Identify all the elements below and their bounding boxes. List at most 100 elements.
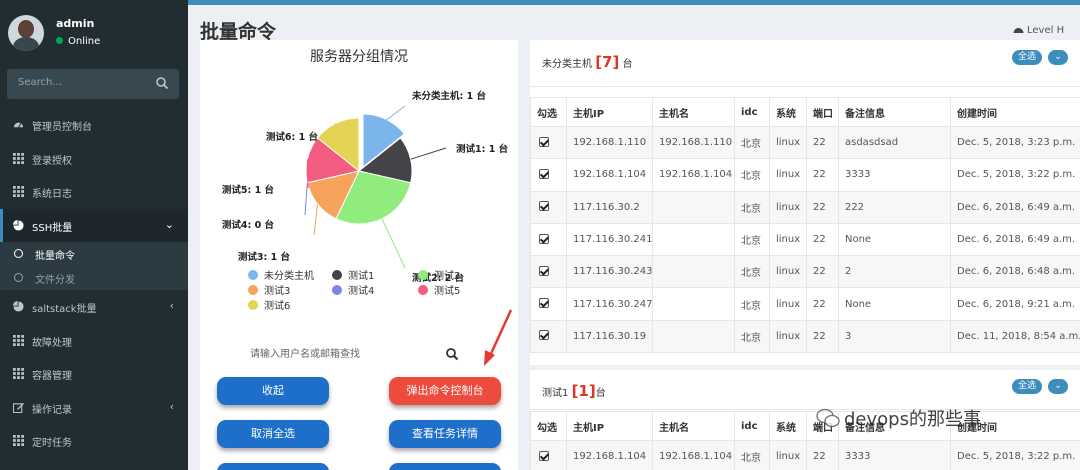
column-header[interactable]: 系统 bbox=[769, 411, 807, 441]
checkbox-checked[interactable] bbox=[539, 450, 549, 461]
table-cell: 117.116.30.247 bbox=[566, 287, 653, 321]
table-cell: 北京 bbox=[734, 222, 770, 257]
column-header[interactable]: 主机IP bbox=[566, 411, 653, 441]
watermark-text: devops的那些事 bbox=[844, 409, 981, 430]
select-all-button[interactable]: 全选 bbox=[1012, 379, 1042, 394]
chevron-down-icon[interactable]: ⌄ bbox=[1048, 379, 1068, 394]
table-row[interactable]: 192.168.1.104 192.168.1.104 北京 linux 22 3333 D… bbox=[530, 439, 1080, 470]
table-cell: 22 bbox=[806, 222, 839, 257]
table-cell: Dec. 6, 2018, 6:49 a.m. bbox=[950, 190, 1080, 224]
table-cell: Dec. 11, 2018, 8:54 a.m. bbox=[950, 319, 1080, 354]
table-cell: asdasdsad bbox=[838, 125, 951, 160]
table-cell: 北京 bbox=[734, 319, 770, 354]
table-cell: Dec. 5, 2018, 3:23 p.m. bbox=[950, 125, 1080, 160]
column-header[interactable]: 系统 bbox=[769, 97, 807, 127]
table-cell: 22 bbox=[806, 287, 839, 321]
table-cell: Dec. 6, 2018, 6:49 a.m. bbox=[950, 222, 1080, 257]
table-cell: 192.168.1.110 bbox=[652, 125, 735, 160]
checkbox-checked[interactable] bbox=[539, 136, 549, 147]
group-title: 测试1 [1]台 bbox=[542, 382, 606, 400]
table-cell: Dec. 5, 2018, 3:22 p.m. bbox=[950, 158, 1080, 192]
table-row[interactable]: 117.116.30.19 北京 linux 22 3 Dec. 11, 2018, 8:… bbox=[530, 319, 1080, 354]
table-cell: linux bbox=[769, 222, 807, 257]
table-header-row: 勾选 主机IP 主机名 idc 系统 端口 备注信息 创建时间 bbox=[530, 97, 1080, 127]
table-cell: Dec. 6, 2018, 9:21 a.m. bbox=[950, 287, 1080, 321]
watermark: devops的那些事 bbox=[816, 405, 981, 431]
table-cell bbox=[652, 190, 735, 224]
table-cell bbox=[652, 319, 735, 354]
chevron-down-icon[interactable]: ⌄ bbox=[1048, 50, 1068, 65]
checkbox-checked[interactable] bbox=[539, 330, 549, 341]
table-cell: Dec. 5, 2018, 3:22 p.m. bbox=[950, 439, 1080, 470]
column-header[interactable]: 主机名 bbox=[652, 411, 735, 441]
checkbox-checked[interactable] bbox=[539, 298, 549, 309]
column-header[interactable]: 主机IP bbox=[566, 97, 653, 127]
group-header: 未分类主机 [7] 台 全选 ⌄ bbox=[530, 40, 1080, 87]
row-checkbox-cell[interactable] bbox=[530, 287, 567, 321]
column-header[interactable]: 创建时间 bbox=[950, 97, 1080, 127]
table-row[interactable]: 117.116.30.2 北京 linux 22 222 Dec. 6, 2018, 6:… bbox=[530, 190, 1080, 224]
table-cell: 192.168.1.104 bbox=[652, 439, 735, 470]
table-cell: 3333 bbox=[838, 439, 951, 470]
wechat-logo-icon bbox=[816, 408, 840, 428]
table-cell: 北京 bbox=[734, 158, 770, 192]
host-table: 勾选 主机IP 主机名 idc 系统 端口 备注信息 创建时间 192.168.1.110 192… bbox=[530, 97, 1080, 354]
table-cell: 117.116.30.19 bbox=[566, 319, 653, 354]
select-all-button[interactable]: 全选 bbox=[1012, 50, 1042, 65]
checkbox-checked[interactable] bbox=[539, 201, 549, 212]
table-row[interactable]: 192.168.1.110 192.168.1.110 北京 linux 22 asdas… bbox=[530, 125, 1080, 160]
table-cell bbox=[652, 255, 735, 289]
checkbox-checked[interactable] bbox=[539, 168, 549, 179]
row-checkbox-cell[interactable] bbox=[530, 319, 567, 354]
table-cell: 22 bbox=[806, 255, 839, 289]
table-cell: linux bbox=[769, 439, 807, 470]
column-header[interactable]: 主机名 bbox=[652, 97, 735, 127]
table-cell: None bbox=[838, 222, 951, 257]
table-cell: linux bbox=[769, 125, 807, 160]
checkbox-checked[interactable] bbox=[539, 265, 549, 276]
group-label: 未分类主机 bbox=[542, 59, 592, 70]
column-header[interactable]: idc bbox=[734, 411, 770, 441]
table-row[interactable]: 192.168.1.104 192.168.1.104 北京 linux 22 3333 D… bbox=[530, 158, 1080, 192]
group-count: [1] bbox=[571, 382, 596, 400]
table-cell: 222 bbox=[838, 190, 951, 224]
table-cell bbox=[652, 287, 735, 321]
row-checkbox-cell[interactable] bbox=[530, 125, 567, 160]
table-cell: 2 bbox=[838, 255, 951, 289]
table-cell: linux bbox=[769, 190, 807, 224]
table-cell: 192.168.1.104 bbox=[652, 158, 735, 192]
table-cell: 192.168.1.104 bbox=[566, 158, 653, 192]
table-cell: linux bbox=[769, 158, 807, 192]
table-row[interactable]: 117.116.30.241 北京 linux 22 None Dec. 6, 2018,… bbox=[530, 222, 1080, 257]
table-cell: 192.168.1.110 bbox=[566, 125, 653, 160]
table-cell: 117.116.30.243 bbox=[566, 255, 653, 289]
column-header[interactable]: 勾选 bbox=[530, 97, 567, 127]
row-checkbox-cell[interactable] bbox=[530, 255, 567, 289]
table-cell: 北京 bbox=[734, 190, 770, 224]
table-cell: 3333 bbox=[838, 158, 951, 192]
table-cell: 117.116.30.241 bbox=[566, 222, 653, 257]
row-checkbox-cell[interactable] bbox=[530, 190, 567, 224]
checkbox-checked[interactable] bbox=[539, 233, 549, 244]
table-cell: Dec. 6, 2018, 6:48 a.m. bbox=[950, 255, 1080, 289]
host-table: 勾选 主机IP 主机名 idc 系统 端口 备注信息 创建时间 192.168.1.104 192… bbox=[530, 411, 1080, 470]
column-header[interactable]: 备注信息 bbox=[838, 97, 951, 127]
table-cell: linux bbox=[769, 255, 807, 289]
table-cell bbox=[652, 222, 735, 257]
table-row[interactable]: 117.116.30.247 北京 linux 22 None Dec. 6, 2018,… bbox=[530, 287, 1080, 321]
column-header[interactable]: idc bbox=[734, 97, 770, 127]
group-label: 测试1 bbox=[542, 388, 569, 399]
table-row[interactable]: 117.116.30.243 北京 linux 22 2 Dec. 6, 2018, 6:… bbox=[530, 255, 1080, 289]
group-unit: 台 bbox=[595, 388, 606, 399]
row-checkbox-cell[interactable] bbox=[530, 158, 567, 192]
table-cell: 22 bbox=[806, 319, 839, 354]
column-header[interactable]: 勾选 bbox=[530, 411, 567, 441]
row-checkbox-cell[interactable] bbox=[530, 222, 567, 257]
row-checkbox-cell[interactable] bbox=[530, 439, 567, 470]
group-header: 测试1 [1]台 全选 ⌄ bbox=[530, 370, 1080, 410]
table-header-row: 勾选 主机IP 主机名 idc 系统 端口 备注信息 创建时间 bbox=[530, 411, 1080, 441]
group-unit: 台 bbox=[622, 59, 633, 70]
group-panel-uncategorized: 未分类主机 [7] 台 全选 ⌄ 勾选 主机IP 主机名 idc 系统 端口 备注信息 创建时… bbox=[530, 40, 1080, 365]
column-header[interactable]: 端口 bbox=[806, 97, 839, 127]
group-title: 未分类主机 [7] 台 bbox=[542, 53, 633, 71]
